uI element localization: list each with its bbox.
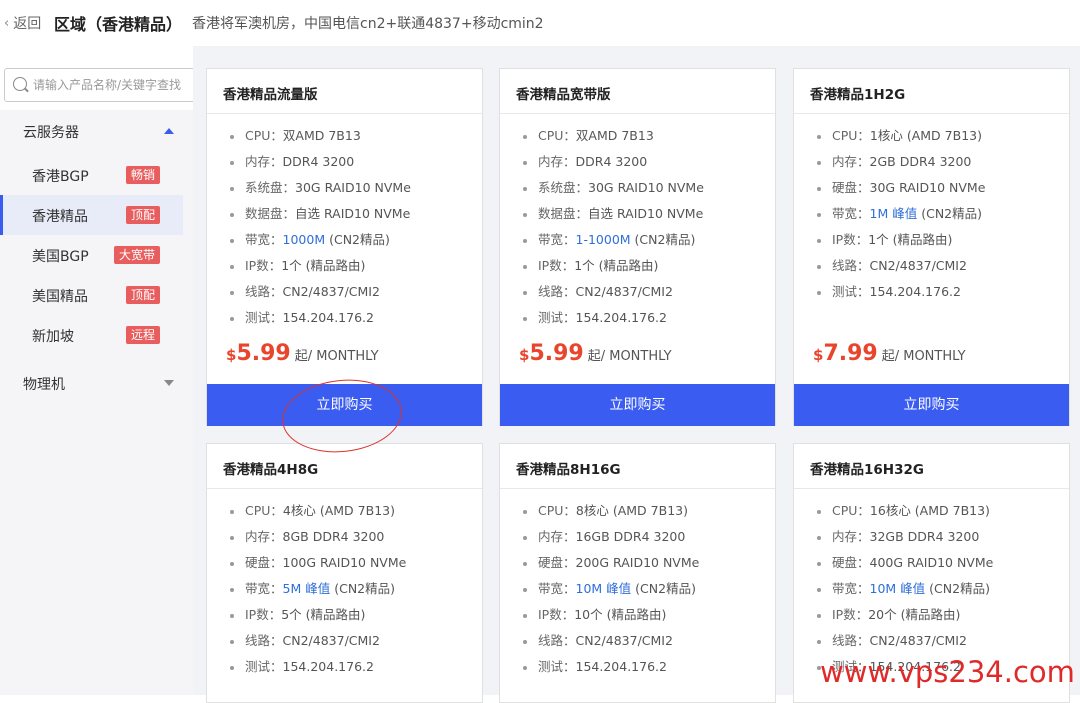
spec-bandwidth: 带宽：10M 峰值 (CN2精品) <box>523 576 775 602</box>
spec-system-disk: 系统盘：30G RAID10 NVMe <box>230 175 482 201</box>
spec-data-disk: 数据盘：自选 RAID10 NVMe <box>523 201 775 227</box>
spec-disk: 硬盘：100G RAID10 NVMe <box>230 550 482 576</box>
spec-test-ip: 测试：154.204.176.2 <box>230 654 482 680</box>
product-card: 香港精品8H16G CPU：8核心 (AMD 7B13) 内存：16GB DDR… <box>499 443 776 703</box>
price: $5.99 起/ MONTHLY <box>226 341 379 366</box>
caret-up-icon[interactable] <box>164 128 174 134</box>
sidebar-item-label: 香港BGP <box>32 169 89 185</box>
spec-bandwidth: 带宽：1-1000M (CN2精品) <box>523 227 775 253</box>
product-card: 香港精品宽带版 CPU：双AMD 7B13 内存：DDR4 3200 系统盘：3… <box>499 68 776 426</box>
card-title: 香港精品4H8G <box>207 444 482 489</box>
status-badge: 大宽带 <box>114 246 161 264</box>
spec-memory: 内存：DDR4 3200 <box>230 149 482 175</box>
status-badge: 顶配 <box>126 286 161 304</box>
spec-cpu: CPU：双AMD 7B13 <box>523 123 775 149</box>
card-title: 香港精品16H32G <box>794 444 1069 489</box>
spec-cpu: CPU：1核心 (AMD 7B13) <box>817 123 1069 149</box>
spec-line: 线路：CN2/4837/CMI2 <box>230 279 482 305</box>
spec-list: CPU：16核心 (AMD 7B13) 内存：32GB DDR4 3200 硬盘… <box>794 489 1069 680</box>
spec-list: CPU：双AMD 7B13 内存：DDR4 3200 系统盘：30G RAID1… <box>500 114 775 331</box>
spec-ip: IP数：1个 (精品路由) <box>817 227 1069 253</box>
spec-memory: 内存：DDR4 3200 <box>523 149 775 175</box>
menu-group-physical-server[interactable]: 物理机 <box>23 374 65 394</box>
spec-memory: 内存：8GB DDR4 3200 <box>230 524 482 550</box>
chevron-left-icon: ‹ <box>4 15 10 31</box>
spec-bandwidth: 带宽：1000M (CN2精品) <box>230 227 482 253</box>
spec-memory: 内存：16GB DDR4 3200 <box>523 524 775 550</box>
status-badge: 顶配 <box>126 206 161 224</box>
spec-line: 线路：CN2/4837/CMI2 <box>817 628 1069 654</box>
price: $7.99 起/ MONTHLY <box>813 341 966 366</box>
spec-ip: IP数：5个 (精品路由) <box>230 602 482 628</box>
status-badge: 畅销 <box>126 166 161 184</box>
price: $5.99 起/ MONTHLY <box>519 341 672 366</box>
product-card: 香港精品1H2G CPU：1核心 (AMD 7B13) 内存：2GB DDR4 … <box>793 68 1070 426</box>
spec-ip: IP数：1个 (精品路由) <box>230 253 482 279</box>
spec-list: CPU：双AMD 7B13 内存：DDR4 3200 系统盘：30G RAID1… <box>207 114 482 331</box>
spec-cpu: CPU：16核心 (AMD 7B13) <box>817 498 1069 524</box>
region-description: 香港将军澳机房，中国电信cn2+联通4837+移动cmin2 <box>192 16 544 32</box>
spec-cpu: CPU：双AMD 7B13 <box>230 123 482 149</box>
sidebar-item-hk-bgp[interactable]: 香港BGP 畅销 <box>0 155 183 195</box>
sidebar-item-label: 美国BGP <box>32 249 89 265</box>
buy-now-button[interactable]: 立即购买 <box>500 384 775 426</box>
spec-disk: 硬盘：400G RAID10 NVMe <box>817 550 1069 576</box>
sidebar: 云服务器 香港BGP 畅销 香港精品 顶配 美国BGP 大宽带 美国精品 顶配 … <box>0 46 200 695</box>
search-icon <box>13 77 27 91</box>
search-box <box>4 68 200 102</box>
spec-list: CPU：8核心 (AMD 7B13) 内存：16GB DDR4 3200 硬盘：… <box>500 489 775 680</box>
page-title: 区域（香港精品） <box>54 15 183 34</box>
product-grid: 香港精品流量版 CPU：双AMD 7B13 内存：DDR4 3200 系统盘：3… <box>193 46 1080 703</box>
card-title: 香港精品流量版 <box>207 69 482 114</box>
spec-bandwidth: 带宽：5M 峰值 (CN2精品) <box>230 576 482 602</box>
spec-system-disk: 系统盘：30G RAID10 NVMe <box>523 175 775 201</box>
card-title: 香港精品宽带版 <box>500 69 775 114</box>
caret-down-icon[interactable] <box>164 380 174 386</box>
spec-disk: 硬盘：30G RAID10 NVMe <box>817 175 1069 201</box>
spec-test-ip: 测试：154.204.176.2 <box>523 305 775 331</box>
product-card: 香港精品流量版 CPU：双AMD 7B13 内存：DDR4 3200 系统盘：3… <box>206 68 483 426</box>
card-title: 香港精品8H16G <box>500 444 775 489</box>
spec-ip: IP数：1个 (精品路由) <box>523 253 775 279</box>
spec-line: 线路：CN2/4837/CMI2 <box>523 628 775 654</box>
status-badge: 远程 <box>126 326 161 344</box>
category-menu: 云服务器 香港BGP 畅销 香港精品 顶配 美国BGP 大宽带 美国精品 顶配 … <box>0 110 193 695</box>
sidebar-item-singapore[interactable]: 新加坡 远程 <box>0 315 183 355</box>
sidebar-item-hk-premium[interactable]: 香港精品 顶配 <box>0 195 183 235</box>
sidebar-item-us-bgp[interactable]: 美国BGP 大宽带 <box>0 235 183 275</box>
back-label: 返回 <box>13 16 42 32</box>
spec-ip: IP数：20个 (精品路由) <box>817 602 1069 628</box>
sidebar-item-label: 香港精品 <box>32 209 88 225</box>
card-title: 香港精品1H2G <box>794 69 1069 114</box>
menu-group-cloud-server[interactable]: 云服务器 <box>23 122 79 142</box>
spec-line: 线路：CN2/4837/CMI2 <box>523 279 775 305</box>
spec-list: CPU：4核心 (AMD 7B13) 内存：8GB DDR4 3200 硬盘：1… <box>207 489 482 680</box>
top-bar: ‹ 返回 区域（香港精品） 香港将军澳机房，中国电信cn2+联通4837+移动c… <box>0 0 1080 46</box>
sidebar-item-label: 新加坡 <box>32 329 74 345</box>
spec-ip: IP数：10个 (精品路由) <box>523 602 775 628</box>
spec-memory: 内存：2GB DDR4 3200 <box>817 149 1069 175</box>
search-input[interactable] <box>33 69 198 101</box>
product-card: 香港精品4H8G CPU：4核心 (AMD 7B13) 内存：8GB DDR4 … <box>206 443 483 703</box>
spec-data-disk: 数据盘：自选 RAID10 NVMe <box>230 201 482 227</box>
spec-memory: 内存：32GB DDR4 3200 <box>817 524 1069 550</box>
spec-disk: 硬盘：200G RAID10 NVMe <box>523 550 775 576</box>
spec-test-ip: 测试：154.204.176.2 <box>817 279 1069 305</box>
spec-bandwidth: 带宽：10M 峰值 (CN2精品) <box>817 576 1069 602</box>
back-button[interactable]: ‹ 返回 <box>4 13 41 33</box>
spec-cpu: CPU：8核心 (AMD 7B13) <box>523 498 775 524</box>
sidebar-item-us-premium[interactable]: 美国精品 顶配 <box>0 275 183 315</box>
spec-test-ip: 测试：154.204.176.2 <box>230 305 482 331</box>
spec-line: 线路：CN2/4837/CMI2 <box>817 253 1069 279</box>
spec-line: 线路：CN2/4837/CMI2 <box>230 628 482 654</box>
buy-now-button[interactable]: 立即购买 <box>207 384 482 426</box>
spec-list: CPU：1核心 (AMD 7B13) 内存：2GB DDR4 3200 硬盘：3… <box>794 114 1069 305</box>
buy-now-button[interactable]: 立即购买 <box>794 384 1069 426</box>
watermark: www.vps234.com <box>820 655 1075 689</box>
spec-bandwidth: 带宽：1M 峰值 (CN2精品) <box>817 201 1069 227</box>
spec-cpu: CPU：4核心 (AMD 7B13) <box>230 498 482 524</box>
spec-test-ip: 测试：154.204.176.2 <box>523 654 775 680</box>
sidebar-item-label: 美国精品 <box>32 289 88 305</box>
